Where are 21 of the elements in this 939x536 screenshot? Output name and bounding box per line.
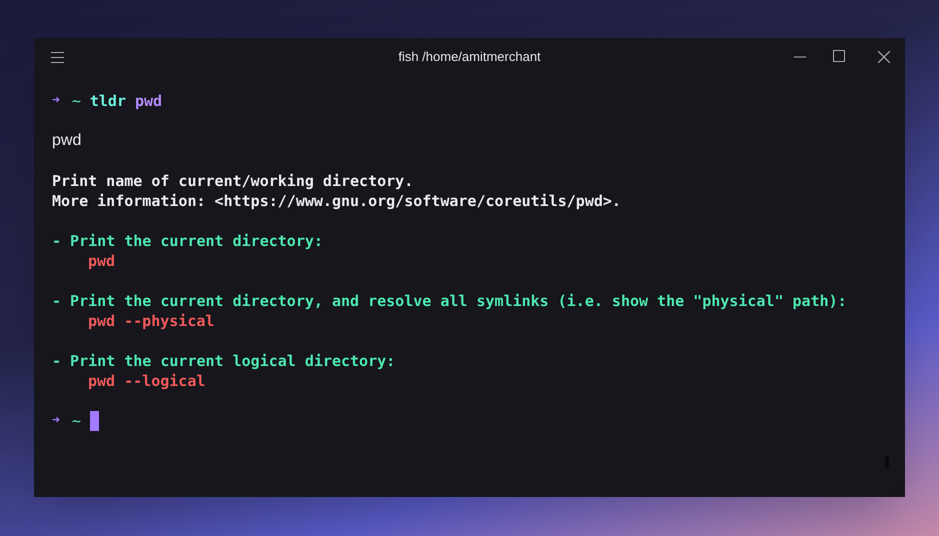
- command-argument: pwd: [134, 91, 162, 111]
- maximize-icon[interactable]: [833, 50, 845, 62]
- page-title: pwd: [52, 131, 82, 151]
- example-command: pwd --physical: [88, 311, 214, 331]
- example-description: - Print the current directory, and resolve all symlinks (i.e. show the "physical" path):: [52, 291, 847, 311]
- menu-icon[interactable]: [51, 52, 64, 63]
- window-title: fish /home/amitmerchant: [398, 48, 541, 66]
- example-description: - Print the current directory:: [52, 231, 323, 251]
- command-name: tldr: [90, 91, 126, 111]
- text-cursor: [90, 411, 99, 431]
- prompt-arrow: ➜: [52, 412, 60, 430]
- description-line: More information: <https://www.gnu.org/software/coreutils/pwd>.: [52, 191, 621, 211]
- example-description: - Print the current logical directory:: [52, 351, 396, 371]
- example-command: pwd --logical: [88, 371, 206, 391]
- description-line: Print name of current/working directory.: [52, 171, 414, 191]
- minimize-icon[interactable]: [794, 56, 806, 58]
- prompt-directory: ~: [72, 411, 81, 431]
- example-command: pwd: [88, 251, 116, 271]
- prompt-arrow: ➜: [52, 92, 60, 110]
- prompt-directory: ~: [72, 91, 81, 111]
- close-icon[interactable]: [878, 51, 890, 63]
